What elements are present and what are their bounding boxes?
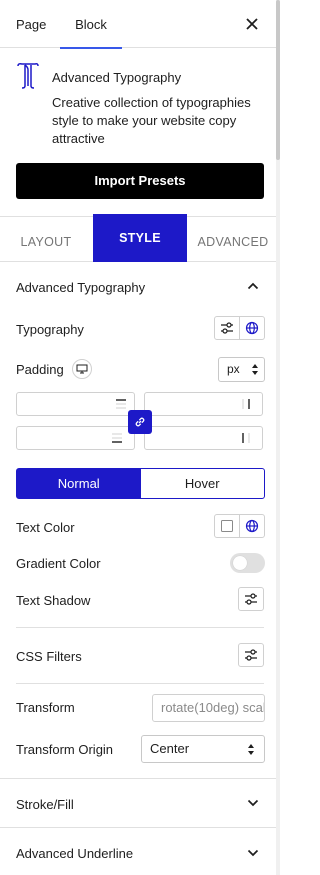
typography-block-icon xyxy=(16,62,40,90)
side-left-icon xyxy=(242,433,250,443)
transform-label: Transform xyxy=(16,700,75,715)
text-shadow-label: Text Shadow xyxy=(16,593,91,608)
gradient-color-toggle[interactable] xyxy=(230,553,265,573)
toggle-knob xyxy=(233,556,247,570)
settings-sliders-icon[interactable] xyxy=(238,587,264,611)
select-arrows-icon xyxy=(248,744,254,755)
divider xyxy=(16,627,264,628)
divider xyxy=(16,683,264,684)
global-icon[interactable] xyxy=(239,515,263,537)
transform-origin-label: Transform Origin xyxy=(16,742,114,757)
text-color-controls xyxy=(214,514,265,538)
padding-unit-value: px xyxy=(227,362,240,376)
padding-unit-select[interactable]: px xyxy=(218,357,265,382)
side-top-icon xyxy=(116,399,126,409)
block-description: Creative collection of typographies styl… xyxy=(52,95,251,146)
settings-section-tabs: LAYOUT STYLE ADVANCED xyxy=(0,214,276,262)
padding-bottom-input[interactable] xyxy=(16,426,135,450)
settings-sliders-icon[interactable] xyxy=(238,643,264,667)
close-icon[interactable] xyxy=(242,14,262,34)
responsive-desktop-icon[interactable] xyxy=(72,359,92,379)
link-sides-button[interactable] xyxy=(128,410,152,434)
settings-sliders-icon[interactable] xyxy=(215,317,239,339)
tab-layout[interactable]: LAYOUT xyxy=(0,217,92,262)
panel-title: Advanced Typography xyxy=(16,280,146,295)
link-icon xyxy=(135,417,145,427)
import-presets-button[interactable]: Import Presets xyxy=(16,163,264,199)
color-swatch-icon[interactable] xyxy=(215,515,239,537)
sidebar-tabs: Page Block xyxy=(0,0,276,49)
padding-right-input[interactable] xyxy=(144,392,263,416)
padding-top-input[interactable] xyxy=(16,392,135,416)
state-toggle: Normal Hover xyxy=(16,468,265,499)
typography-label: Typography xyxy=(16,322,84,337)
padding-label: Padding xyxy=(16,362,64,377)
select-arrows-icon xyxy=(252,364,258,375)
css-filters-label: CSS Filters xyxy=(16,649,82,664)
transform-input[interactable]: rotate(10deg) scale(1.1) xyxy=(152,694,265,722)
transform-origin-select[interactable]: Center xyxy=(141,735,265,763)
chevron-up-icon xyxy=(247,282,259,290)
block-card: Advanced Typography Creative collection … xyxy=(0,48,276,216)
text-color-label: Text Color xyxy=(16,520,75,535)
panel-header-stroke-fill[interactable]: Stroke/Fill xyxy=(0,779,276,827)
side-right-icon xyxy=(242,399,250,409)
chevron-down-icon xyxy=(247,849,259,857)
block-title: Advanced Typography xyxy=(52,70,182,85)
panel-title: Stroke/Fill xyxy=(16,797,74,812)
sidebar-scrollbar[interactable] xyxy=(276,0,280,875)
tab-advanced[interactable]: ADVANCED xyxy=(190,217,276,262)
state-hover-button[interactable]: Hover xyxy=(141,469,265,498)
chevron-down-icon xyxy=(247,799,259,807)
tab-style[interactable]: STYLE xyxy=(93,214,187,262)
panel-title: Advanced Underline xyxy=(16,846,134,861)
state-normal-button[interactable]: Normal xyxy=(17,469,141,498)
transform-origin-value: Center xyxy=(150,741,190,756)
gradient-color-label: Gradient Color xyxy=(16,556,101,571)
tab-block[interactable]: Block xyxy=(60,0,122,49)
panel-header-advanced-typography[interactable]: Advanced Typography xyxy=(0,262,276,312)
side-bottom-icon xyxy=(112,433,122,443)
padding-left-input[interactable] xyxy=(144,426,263,450)
panel-header-advanced-underline[interactable]: Advanced Underline xyxy=(0,828,276,875)
scrollbar-thumb[interactable] xyxy=(276,0,280,160)
typography-controls xyxy=(214,316,265,340)
global-icon[interactable] xyxy=(239,317,263,339)
tab-page[interactable]: Page xyxy=(16,0,46,48)
